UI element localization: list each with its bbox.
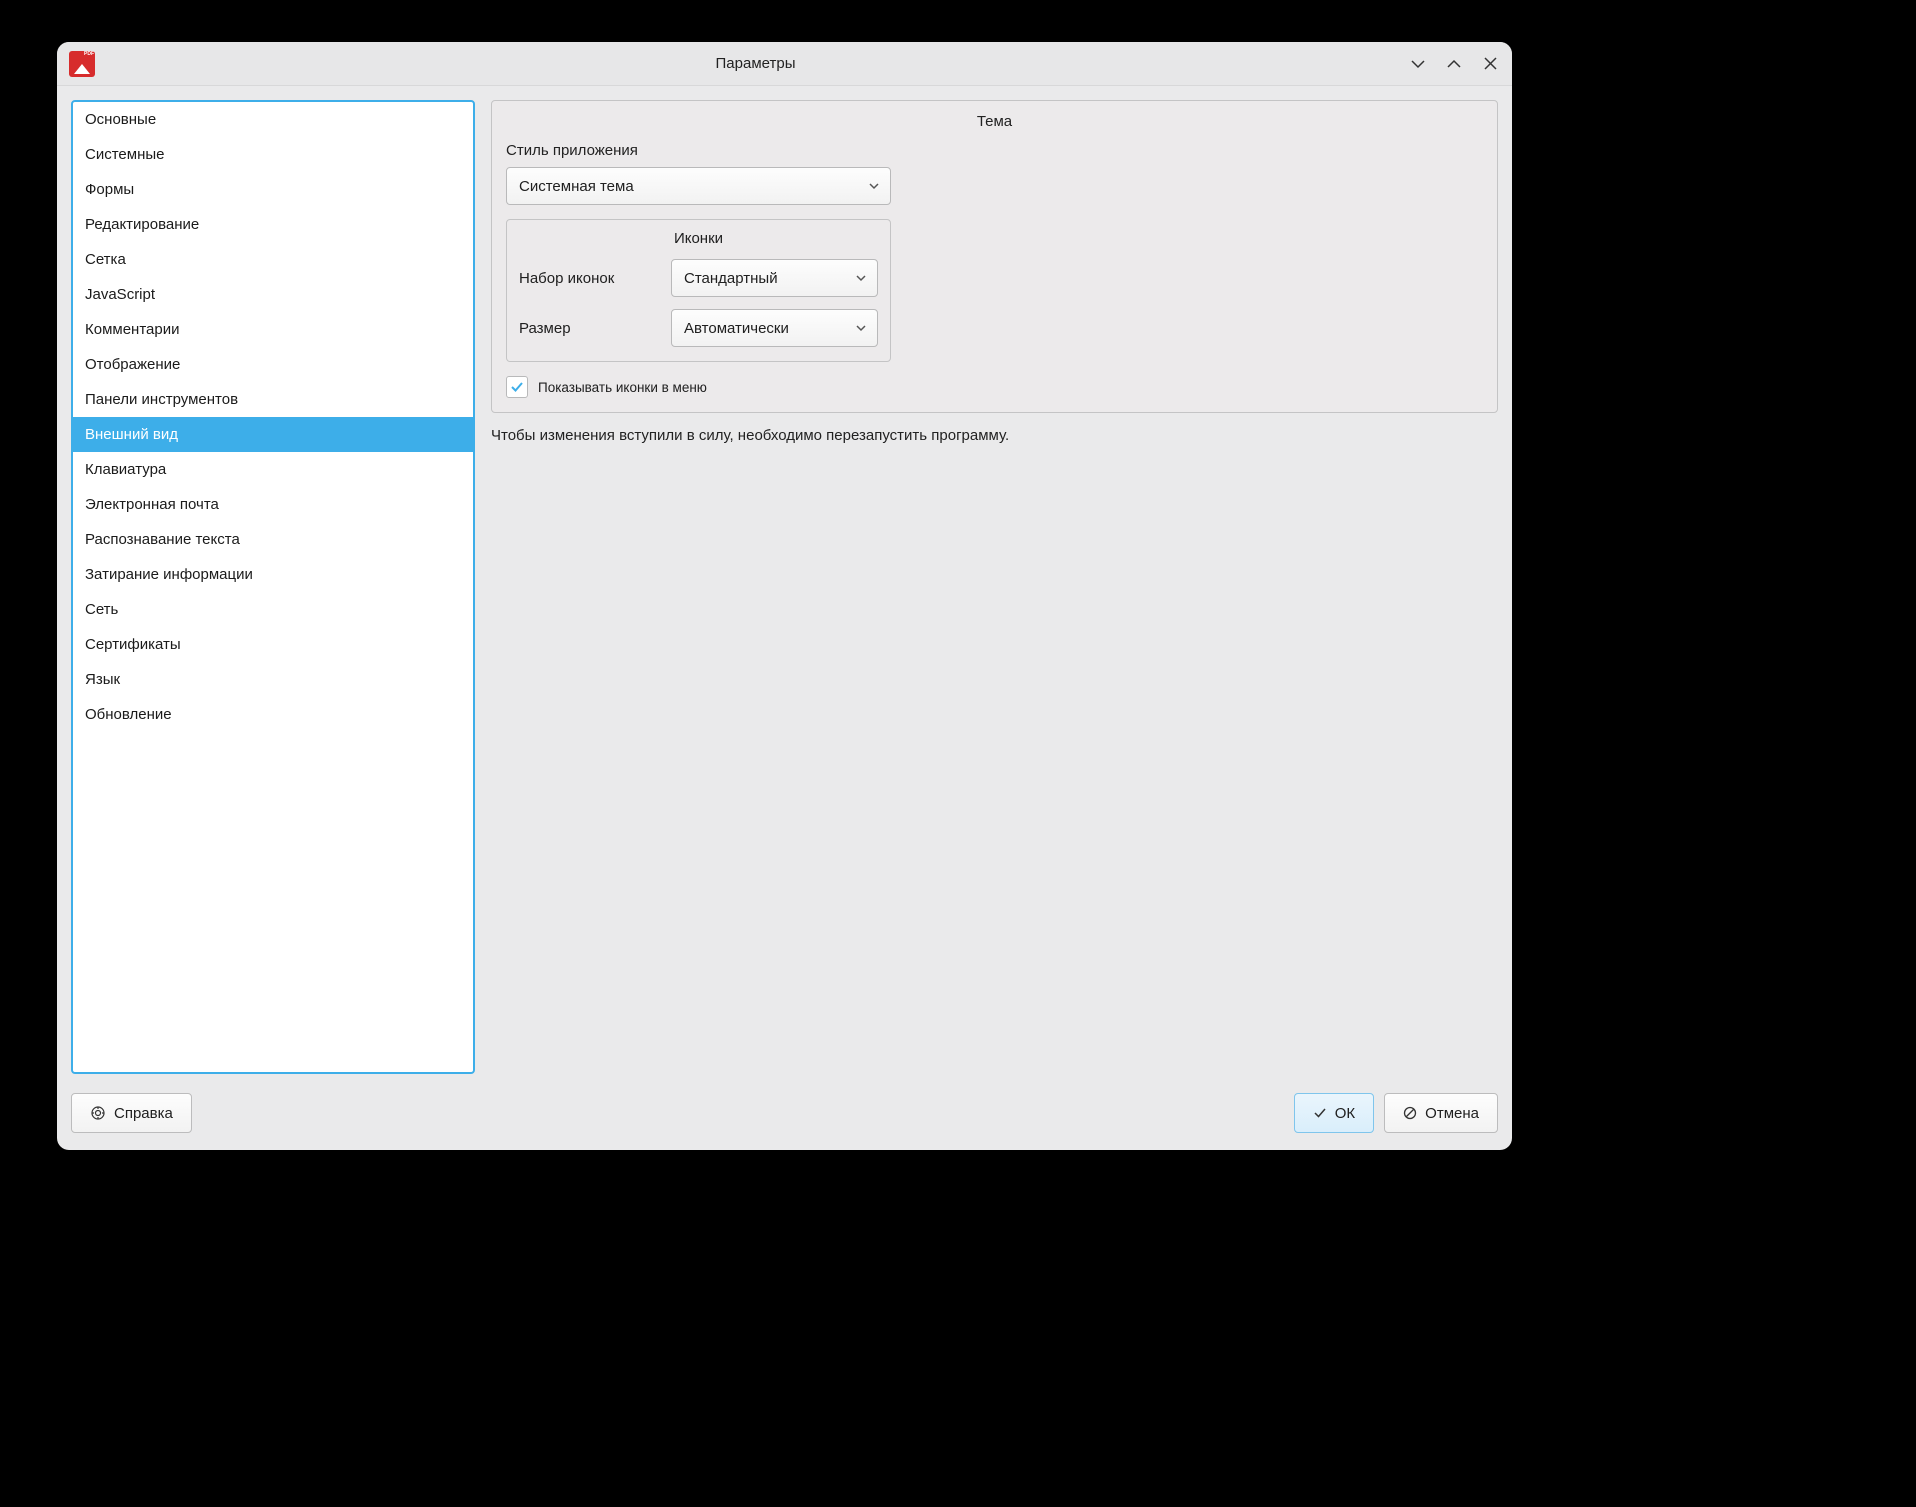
sidebar-item-editing[interactable]: Редактирование bbox=[73, 207, 473, 242]
app-style-select[interactable]: Системная тема bbox=[506, 167, 891, 205]
app-icon bbox=[69, 51, 95, 77]
sidebar-item-ocr[interactable]: Распознавание текста bbox=[73, 522, 473, 557]
titlebar: Параметры bbox=[57, 42, 1512, 86]
sidebar-item-certificates[interactable]: Сертификаты bbox=[73, 627, 473, 662]
sidebar-item-keyboard[interactable]: Клавиатура bbox=[73, 452, 473, 487]
settings-window: Параметры Основные Системные Формы Редак… bbox=[57, 42, 1512, 1150]
minimize-button[interactable] bbox=[1408, 54, 1428, 74]
window-title: Параметры bbox=[103, 55, 1408, 72]
chevron-down-icon bbox=[855, 322, 867, 334]
chevron-down-icon bbox=[855, 272, 867, 284]
icon-set-select[interactable]: Стандартный bbox=[671, 259, 878, 297]
show-icons-label: Показывать иконки в меню bbox=[538, 380, 707, 395]
icon-set-label: Набор иконок bbox=[519, 270, 659, 287]
sidebar-item-email[interactable]: Электронная почта bbox=[73, 487, 473, 522]
icon-size-label: Размер bbox=[519, 320, 659, 337]
app-style-label: Стиль приложения bbox=[506, 142, 1483, 159]
icon-size-select[interactable]: Автоматически bbox=[671, 309, 878, 347]
help-label: Справка bbox=[114, 1105, 173, 1122]
icons-group-title: Иконки bbox=[519, 230, 878, 247]
app-style-value: Системная тема bbox=[519, 178, 634, 195]
sidebar-item-general[interactable]: Основные bbox=[73, 102, 473, 137]
sidebar-item-system[interactable]: Системные bbox=[73, 137, 473, 172]
help-button[interactable]: Справка bbox=[71, 1093, 192, 1133]
cancel-label: Отмена bbox=[1425, 1105, 1479, 1122]
close-icon bbox=[1483, 56, 1498, 71]
check-icon bbox=[1313, 1106, 1327, 1120]
theme-group-title: Тема bbox=[506, 113, 1483, 130]
ok-label: ОК bbox=[1335, 1105, 1355, 1122]
check-icon bbox=[509, 379, 525, 395]
sidebar-item-language[interactable]: Язык bbox=[73, 662, 473, 697]
sidebar-item-javascript[interactable]: JavaScript bbox=[73, 277, 473, 312]
show-icons-row: Показывать иконки в меню bbox=[506, 376, 1483, 398]
maximize-button[interactable] bbox=[1444, 54, 1464, 74]
help-icon bbox=[90, 1105, 106, 1121]
sidebar-item-network[interactable]: Сеть bbox=[73, 592, 473, 627]
window-controls bbox=[1408, 54, 1500, 74]
chevron-up-icon bbox=[1446, 56, 1462, 72]
sidebar-item-toolbars[interactable]: Панели инструментов bbox=[73, 382, 473, 417]
icon-size-value: Автоматически bbox=[684, 320, 789, 337]
sidebar-item-redaction[interactable]: Затирание информации bbox=[73, 557, 473, 592]
icons-group: Иконки Набор иконок Стандартный Размер bbox=[506, 219, 891, 362]
icon-set-value: Стандартный bbox=[684, 270, 778, 287]
content-area: Основные Системные Формы Редактирование … bbox=[57, 86, 1512, 1088]
sidebar-item-appearance[interactable]: Внешний вид bbox=[73, 417, 473, 452]
chevron-down-icon bbox=[868, 180, 880, 192]
footer: Справка ОК Отмена bbox=[57, 1088, 1512, 1150]
ok-button[interactable]: ОК bbox=[1294, 1093, 1374, 1133]
sidebar-item-grid[interactable]: Сетка bbox=[73, 242, 473, 277]
cancel-icon bbox=[1403, 1106, 1417, 1120]
restart-note: Чтобы изменения вступили в силу, необход… bbox=[491, 427, 1498, 444]
settings-sidebar: Основные Системные Формы Редактирование … bbox=[71, 100, 475, 1074]
sidebar-item-update[interactable]: Обновление bbox=[73, 697, 473, 732]
close-button[interactable] bbox=[1480, 54, 1500, 74]
sidebar-item-forms[interactable]: Формы bbox=[73, 172, 473, 207]
main-panel: Тема Стиль приложения Системная тема Ико… bbox=[491, 100, 1498, 1074]
cancel-button[interactable]: Отмена bbox=[1384, 1093, 1498, 1133]
chevron-down-icon bbox=[1410, 56, 1426, 72]
theme-group: Тема Стиль приложения Системная тема Ико… bbox=[491, 100, 1498, 413]
sidebar-item-display[interactable]: Отображение bbox=[73, 347, 473, 382]
sidebar-item-comments[interactable]: Комментарии bbox=[73, 312, 473, 347]
show-icons-checkbox[interactable] bbox=[506, 376, 528, 398]
